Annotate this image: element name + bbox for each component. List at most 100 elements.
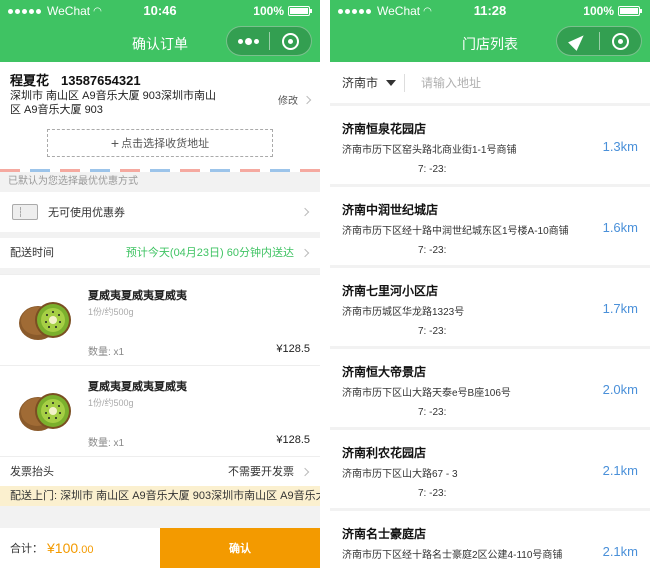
close-mini-program-button[interactable]	[600, 32, 641, 50]
amount-integer: 100	[54, 540, 79, 556]
envelope-stripe-divider	[0, 169, 320, 172]
battery-label: 100%	[253, 4, 284, 18]
product-price: ¥128.5	[276, 434, 310, 446]
invoice-label: 发票抬头	[10, 466, 54, 478]
mini-program-capsule	[556, 26, 642, 56]
coupon-note: 已默认为您选择最优优惠方式	[8, 176, 138, 187]
shipping-address-banner: 配送上门: 深圳市 南山区 A9音乐大厦 903深圳市南山区 A9音乐大厦 90…	[0, 486, 320, 506]
invoice-value: 不需要开发票	[228, 466, 294, 478]
total-amount: ¥100.00	[47, 540, 93, 556]
store-hours: 7: -23:	[418, 488, 447, 499]
chevron-right-icon	[300, 248, 310, 258]
coupon-row[interactable]: 无可使用优惠券	[0, 192, 320, 232]
search-divider	[404, 73, 406, 92]
address-detail: 深圳市 南山区 A9音乐大厦 903深圳市南山区 A9音乐大厦 903	[10, 90, 216, 116]
store-distance: 2.1km	[602, 463, 638, 478]
delivery-time-value: 预计今天(04月23日) 60分钟内送达	[125, 247, 294, 259]
product-item: 夏威夷夏威夷夏威夷 1份/约500g 数量: x1 ¥128.5	[0, 365, 320, 456]
invoice-row[interactable]: 发票抬头 不需要开发票	[0, 456, 320, 486]
product-name: 夏威夷夏威夷夏威夷	[88, 381, 187, 393]
target-icon	[281, 32, 299, 50]
store-address: 济南市历下区窑头路北商业街1-1号商铺	[342, 145, 517, 156]
store-address: 济南市历下区经十路中润世纪城东区1号楼A-10商铺	[342, 226, 569, 237]
kiwi-fruit-image	[19, 302, 71, 340]
chevron-right-icon	[300, 467, 310, 477]
plus-icon: +	[110, 135, 120, 151]
store-name: 济南恒大帝景店	[342, 365, 427, 379]
chevron-right-icon	[302, 95, 312, 104]
battery-indicator: 100%	[583, 4, 642, 18]
checkout-bar: 合计： ¥100.00 确认	[0, 528, 320, 568]
battery-icon	[618, 6, 642, 16]
store-address: 济南市历下区山大路67 - 3	[342, 469, 458, 480]
store-distance: 1.6km	[602, 220, 638, 235]
modify-address-button[interactable]: 修改	[278, 92, 312, 107]
target-icon	[611, 32, 629, 50]
coupon-text: 无可使用优惠券	[48, 207, 125, 219]
store-list-item[interactable]: 济南恒大帝景店 济南市历下区山大路天泰e号B座106号 7: -23: 2.0k…	[330, 349, 650, 430]
product-price: ¥128.5	[276, 343, 310, 355]
currency-symbol: ¥	[47, 540, 55, 556]
store-distance: 2.1km	[602, 544, 638, 559]
store-list-screen: WeChat ◠ 11:28 100% 门店列表 济南市 济南恒泉花园店 济南市…	[330, 0, 650, 568]
city-dropdown[interactable]: 济南市	[342, 74, 397, 91]
delivery-time-row[interactable]: 配送时间 预计今天(04月23日) 60分钟内送达	[0, 238, 320, 268]
order-confirm-screen: WeChat ◠ 10:46 100% 确认订单 程夏花 13587654321 …	[0, 0, 320, 568]
product-name: 夏威夷夏威夷夏威夷	[88, 290, 187, 302]
product-spec: 1份/约500g	[88, 398, 134, 408]
chevron-right-icon	[300, 207, 310, 217]
store-name: 济南利农花园店	[342, 446, 427, 460]
store-name: 济南名士豪庭店	[342, 527, 427, 541]
nav-bar: 门店列表	[330, 22, 650, 62]
store-distance: 1.3km	[602, 139, 638, 154]
product-quantity: 数量: x1	[88, 438, 125, 449]
city-label: 济南市	[342, 76, 379, 90]
select-address-button[interactable]: + 点击选择收货地址	[47, 129, 273, 157]
address-search-input[interactable]	[421, 75, 602, 90]
store-list-item[interactable]: 济南七里河小区店 济南市历城区华龙路1323号 7: -23: 1.7km	[330, 268, 650, 349]
close-mini-program-button[interactable]	[270, 32, 311, 50]
confirm-order-button[interactable]: 确认	[160, 528, 320, 568]
product-quantity: 数量: x1	[88, 347, 125, 358]
store-hours: 7: -23:	[418, 164, 447, 175]
delivery-time-label: 配送时间	[10, 247, 54, 259]
store-list-item[interactable]: 济南利农花园店 济南市历下区山大路67 - 3 7: -23: 2.1km	[330, 430, 650, 511]
store-distance: 1.7km	[602, 301, 638, 316]
store-name: 济南恒泉花园店	[342, 122, 427, 136]
store-list-item[interactable]: 济南名士豪庭店 济南市历下区经十路名士豪庭2区公建4-110号商铺 2.1km	[330, 511, 650, 568]
store-distance: 2.0km	[602, 382, 638, 397]
address-section: 程夏花 13587654321 深圳市 南山区 A9音乐大厦 903深圳市南山区 …	[0, 62, 320, 172]
location-button[interactable]	[557, 31, 599, 51]
kiwi-fruit-image	[19, 393, 71, 431]
more-menu-icon[interactable]	[227, 37, 269, 45]
select-address-label: 点击选择收货地址	[121, 138, 210, 150]
search-bar: 济南市	[330, 62, 650, 106]
location-arrow-icon	[568, 31, 588, 51]
store-address: 济南市历下区山大路天泰e号B座106号	[342, 388, 511, 399]
total-label: 合计：	[10, 543, 43, 555]
store-address: 济南市历城区华龙路1323号	[342, 307, 465, 318]
recipient-line: 程夏花 13587654321	[10, 70, 141, 89]
status-bar: WeChat ◠ 11:28 100%	[330, 0, 650, 22]
battery-label: 100%	[583, 4, 614, 18]
store-hours: 7: -23:	[418, 245, 447, 256]
nav-bar: 确认订单	[0, 22, 320, 62]
mini-program-capsule	[226, 26, 312, 56]
store-list: 济南恒泉花园店 济南市历下区窑头路北商业街1-1号商铺 7: -23: 1.3k…	[330, 106, 650, 568]
store-name: 济南七里河小区店	[342, 284, 439, 298]
store-list-item[interactable]: 济南恒泉花园店 济南市历下区窑头路北商业街1-1号商铺 7: -23: 1.3k…	[330, 106, 650, 187]
store-address: 济南市历下区经十路名士豪庭2区公建4-110号商铺	[342, 550, 563, 561]
battery-icon	[288, 6, 312, 16]
modify-label: 修改	[278, 96, 298, 107]
store-hours: 7: -23:	[418, 326, 447, 337]
product-item: 夏威夷夏威夷夏威夷 1份/约500g 数量: x1 ¥128.5	[0, 274, 320, 365]
coupon-ticket-icon	[12, 204, 38, 220]
order-total: 合计： ¥100.00	[0, 528, 160, 568]
caret-down-icon	[386, 79, 397, 86]
store-name: 济南中润世纪城店	[342, 203, 439, 217]
recipient-phone: 13587654321	[61, 73, 141, 88]
recipient-name: 程夏花	[10, 73, 50, 88]
product-spec: 1份/约500g	[88, 307, 134, 317]
store-list-item[interactable]: 济南中润世纪城店 济南市历下区经十路中润世纪城东区1号楼A-10商铺 7: -2…	[330, 187, 650, 268]
store-hours: 7: -23:	[418, 407, 447, 418]
